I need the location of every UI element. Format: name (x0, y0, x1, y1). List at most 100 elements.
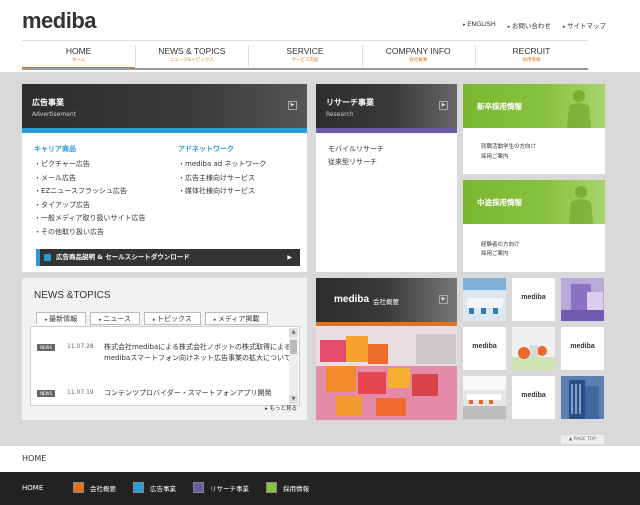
footer-research-link[interactable]: リサーチ事業 (193, 482, 249, 493)
advertisement-panel: 広告事業 Advertisement ▶ キャリア商品 ピクチャー広告 メール広… (22, 84, 307, 272)
arrow-right-icon: ▶ (287, 254, 292, 261)
ad-title: 広告事業 (32, 98, 64, 107)
nav-service-sub: サービス内容 (291, 58, 319, 63)
mediba-logo[interactable]: mediba (22, 8, 97, 34)
office-floor-image (463, 376, 506, 419)
utility-links: ENGLISH お問い合わせ サイトマップ (463, 20, 606, 30)
nav-recruit-sub: 採用情報 (522, 58, 541, 63)
english-link[interactable]: ENGLISH (463, 20, 496, 30)
tab-media[interactable]: メディア掲載 (204, 312, 269, 325)
career-item[interactable]: ピクチャー広告 (34, 158, 146, 172)
new-grad-header[interactable]: 新卒採用情報 (463, 84, 605, 128)
scroll-down-icon[interactable]: ▼ (289, 395, 298, 404)
person-silhouette-icon (567, 90, 591, 128)
nav-service-label: SERVICE (286, 46, 324, 56)
career-item[interactable]: 一般メディア取り扱いサイト広告 (34, 212, 146, 226)
company-logo-text: mediba (334, 294, 370, 305)
footer-home-link[interactable]: HOME (22, 484, 43, 492)
career-item[interactable]: タイアップ広告 (34, 199, 146, 213)
nav-home-sub: ホーム (71, 58, 86, 63)
new-grad-title: 新卒採用情報 (477, 102, 522, 111)
research-item[interactable]: モバイルリサーチ (328, 144, 384, 154)
scroll-up-icon[interactable]: ▲ (289, 328, 298, 337)
office-photo-tile[interactable] (561, 376, 604, 419)
page-top-button[interactable]: PAGE TOP (560, 435, 604, 444)
career-item[interactable]: メール広告 (34, 172, 146, 186)
company-header[interactable]: mediba 会社概要 ▶ (316, 278, 457, 322)
nav-underline (22, 68, 588, 70)
career-heading[interactable]: キャリア商品 (34, 144, 146, 154)
company-logo: mediba (334, 294, 369, 305)
news-text[interactable]: 株式会社medibaによる株式会社ノボットの株式取得によるmedibaスマートフ… (104, 342, 294, 363)
ad-header[interactable]: 広告事業 Advertisement ▶ (22, 84, 307, 128)
arrow-right-icon[interactable]: ▶ (439, 295, 448, 304)
career-products: キャリア商品 ピクチャー広告 メール広告 EZニュースフラッシュ広告 タイアップ… (34, 144, 146, 239)
scroll-thumb[interactable] (290, 340, 297, 354)
footer: HOME 会社概要 広告事業 リサーチ事業 採用情報 (0, 472, 640, 505)
office-photo-tile[interactable] (512, 327, 555, 370)
mid-career-header[interactable]: 中途採用情報 (463, 180, 605, 224)
sitemap-link[interactable]: サイトマップ (563, 20, 606, 30)
arrow-right-icon[interactable]: ▶ (288, 101, 297, 110)
news-text[interactable]: コンテンツプロバイダー・スマートフォンアプリ開発 (104, 388, 294, 399)
footer-link-label: リサーチ事業 (210, 485, 249, 493)
tab-latest[interactable]: 最新情報 (36, 312, 87, 325)
ad-accent-bar (22, 128, 307, 133)
adnet-item[interactable]: 広告主様向けサービス (178, 172, 266, 186)
nav-recruit-label: RECRUIT (512, 46, 551, 56)
mid-career-recruit-panel: 中途採用情報 経験者の方向け 採用ご案内 (463, 180, 605, 272)
nav-service[interactable]: SERVICE サービス内容 (248, 41, 361, 70)
research-accent-bar (316, 128, 457, 133)
purple-square-icon (193, 482, 204, 493)
news-date: 11.07.19 (67, 389, 94, 396)
more-link[interactable]: もっと見る (265, 404, 297, 412)
mid-career-item[interactable]: 経験者の方向け (481, 240, 520, 248)
research-header[interactable]: リサーチ事業 Research ▶ (316, 84, 457, 128)
tab-news[interactable]: ニュース (90, 312, 140, 325)
footer-recruit-link[interactable]: 採用情報 (266, 482, 309, 493)
nav-company[interactable]: COMPANY INFO 会社概要 (361, 41, 475, 70)
nav-company-label: COMPANY INFO (385, 46, 451, 56)
news-badge: NEWS (37, 344, 56, 351)
adnet-item[interactable]: mediba ad ネットワーク (178, 158, 266, 172)
nav-news[interactable]: NEWS & TOPICS ニュース&トピックス (135, 41, 248, 70)
office-photo-tile[interactable] (463, 376, 506, 419)
nav-recruit[interactable]: RECRUIT 採用情報 (474, 41, 588, 70)
blue-square-icon (133, 482, 144, 493)
new-grad-item[interactable]: 採用ご案内 (481, 152, 509, 160)
arrow-right-icon[interactable]: ▶ (439, 101, 448, 110)
footer-link-label: 採用情報 (283, 485, 309, 493)
news-tabs: 最新情報 ニュース トピックス メディア掲載 (36, 312, 269, 325)
footer-company-link[interactable]: 会社概要 (73, 482, 116, 493)
news-scrollbar[interactable]: ▲ ▼ (289, 328, 298, 404)
contact-link[interactable]: お問い合わせ (508, 20, 551, 30)
footer-ad-link[interactable]: 広告事業 (133, 482, 176, 493)
document-icon (44, 254, 51, 261)
new-grad-recruit-panel: 新卒採用情報 就職活動学生の方向け 採用ご案内 (463, 84, 605, 174)
adnet-item[interactable]: 媒体社様向けサービス (178, 185, 266, 199)
logo-tile[interactable]: mediba (463, 327, 506, 370)
career-item[interactable]: その他取り扱い広告 (34, 226, 146, 240)
download-button[interactable]: 広告商品説明 & セールスシートダウンロード ▶ (36, 249, 300, 266)
research-subtitle: Research (326, 111, 354, 118)
tile-logo: mediba (521, 294, 546, 301)
meeting-room-image (463, 278, 506, 321)
career-item[interactable]: EZニュースフラッシュ広告 (34, 185, 146, 199)
new-grad-item[interactable]: 就職活動学生の方向け (481, 142, 536, 150)
person-silhouette-icon (569, 186, 593, 224)
footer-link-label: 広告事業 (150, 485, 176, 493)
research-item[interactable]: 従来型リサーチ (328, 157, 377, 167)
news-date: 11.07.28 (67, 343, 94, 350)
nav-home[interactable]: HOME ホーム (22, 41, 136, 70)
orange-square-icon (73, 482, 84, 493)
tile-logo: mediba (570, 343, 595, 350)
logo-tile[interactable]: mediba (512, 376, 555, 419)
mid-career-item[interactable]: 採用ご案内 (481, 249, 509, 257)
adnet-heading[interactable]: アドネットワーク (178, 144, 266, 154)
office-photo-tile[interactable] (463, 278, 506, 321)
office-photo[interactable] (316, 326, 457, 420)
logo-tile[interactable]: mediba (561, 327, 604, 370)
tab-topics[interactable]: トピックス (143, 312, 201, 325)
office-photo-tile[interactable] (561, 278, 604, 321)
logo-tile[interactable]: mediba (512, 278, 555, 321)
